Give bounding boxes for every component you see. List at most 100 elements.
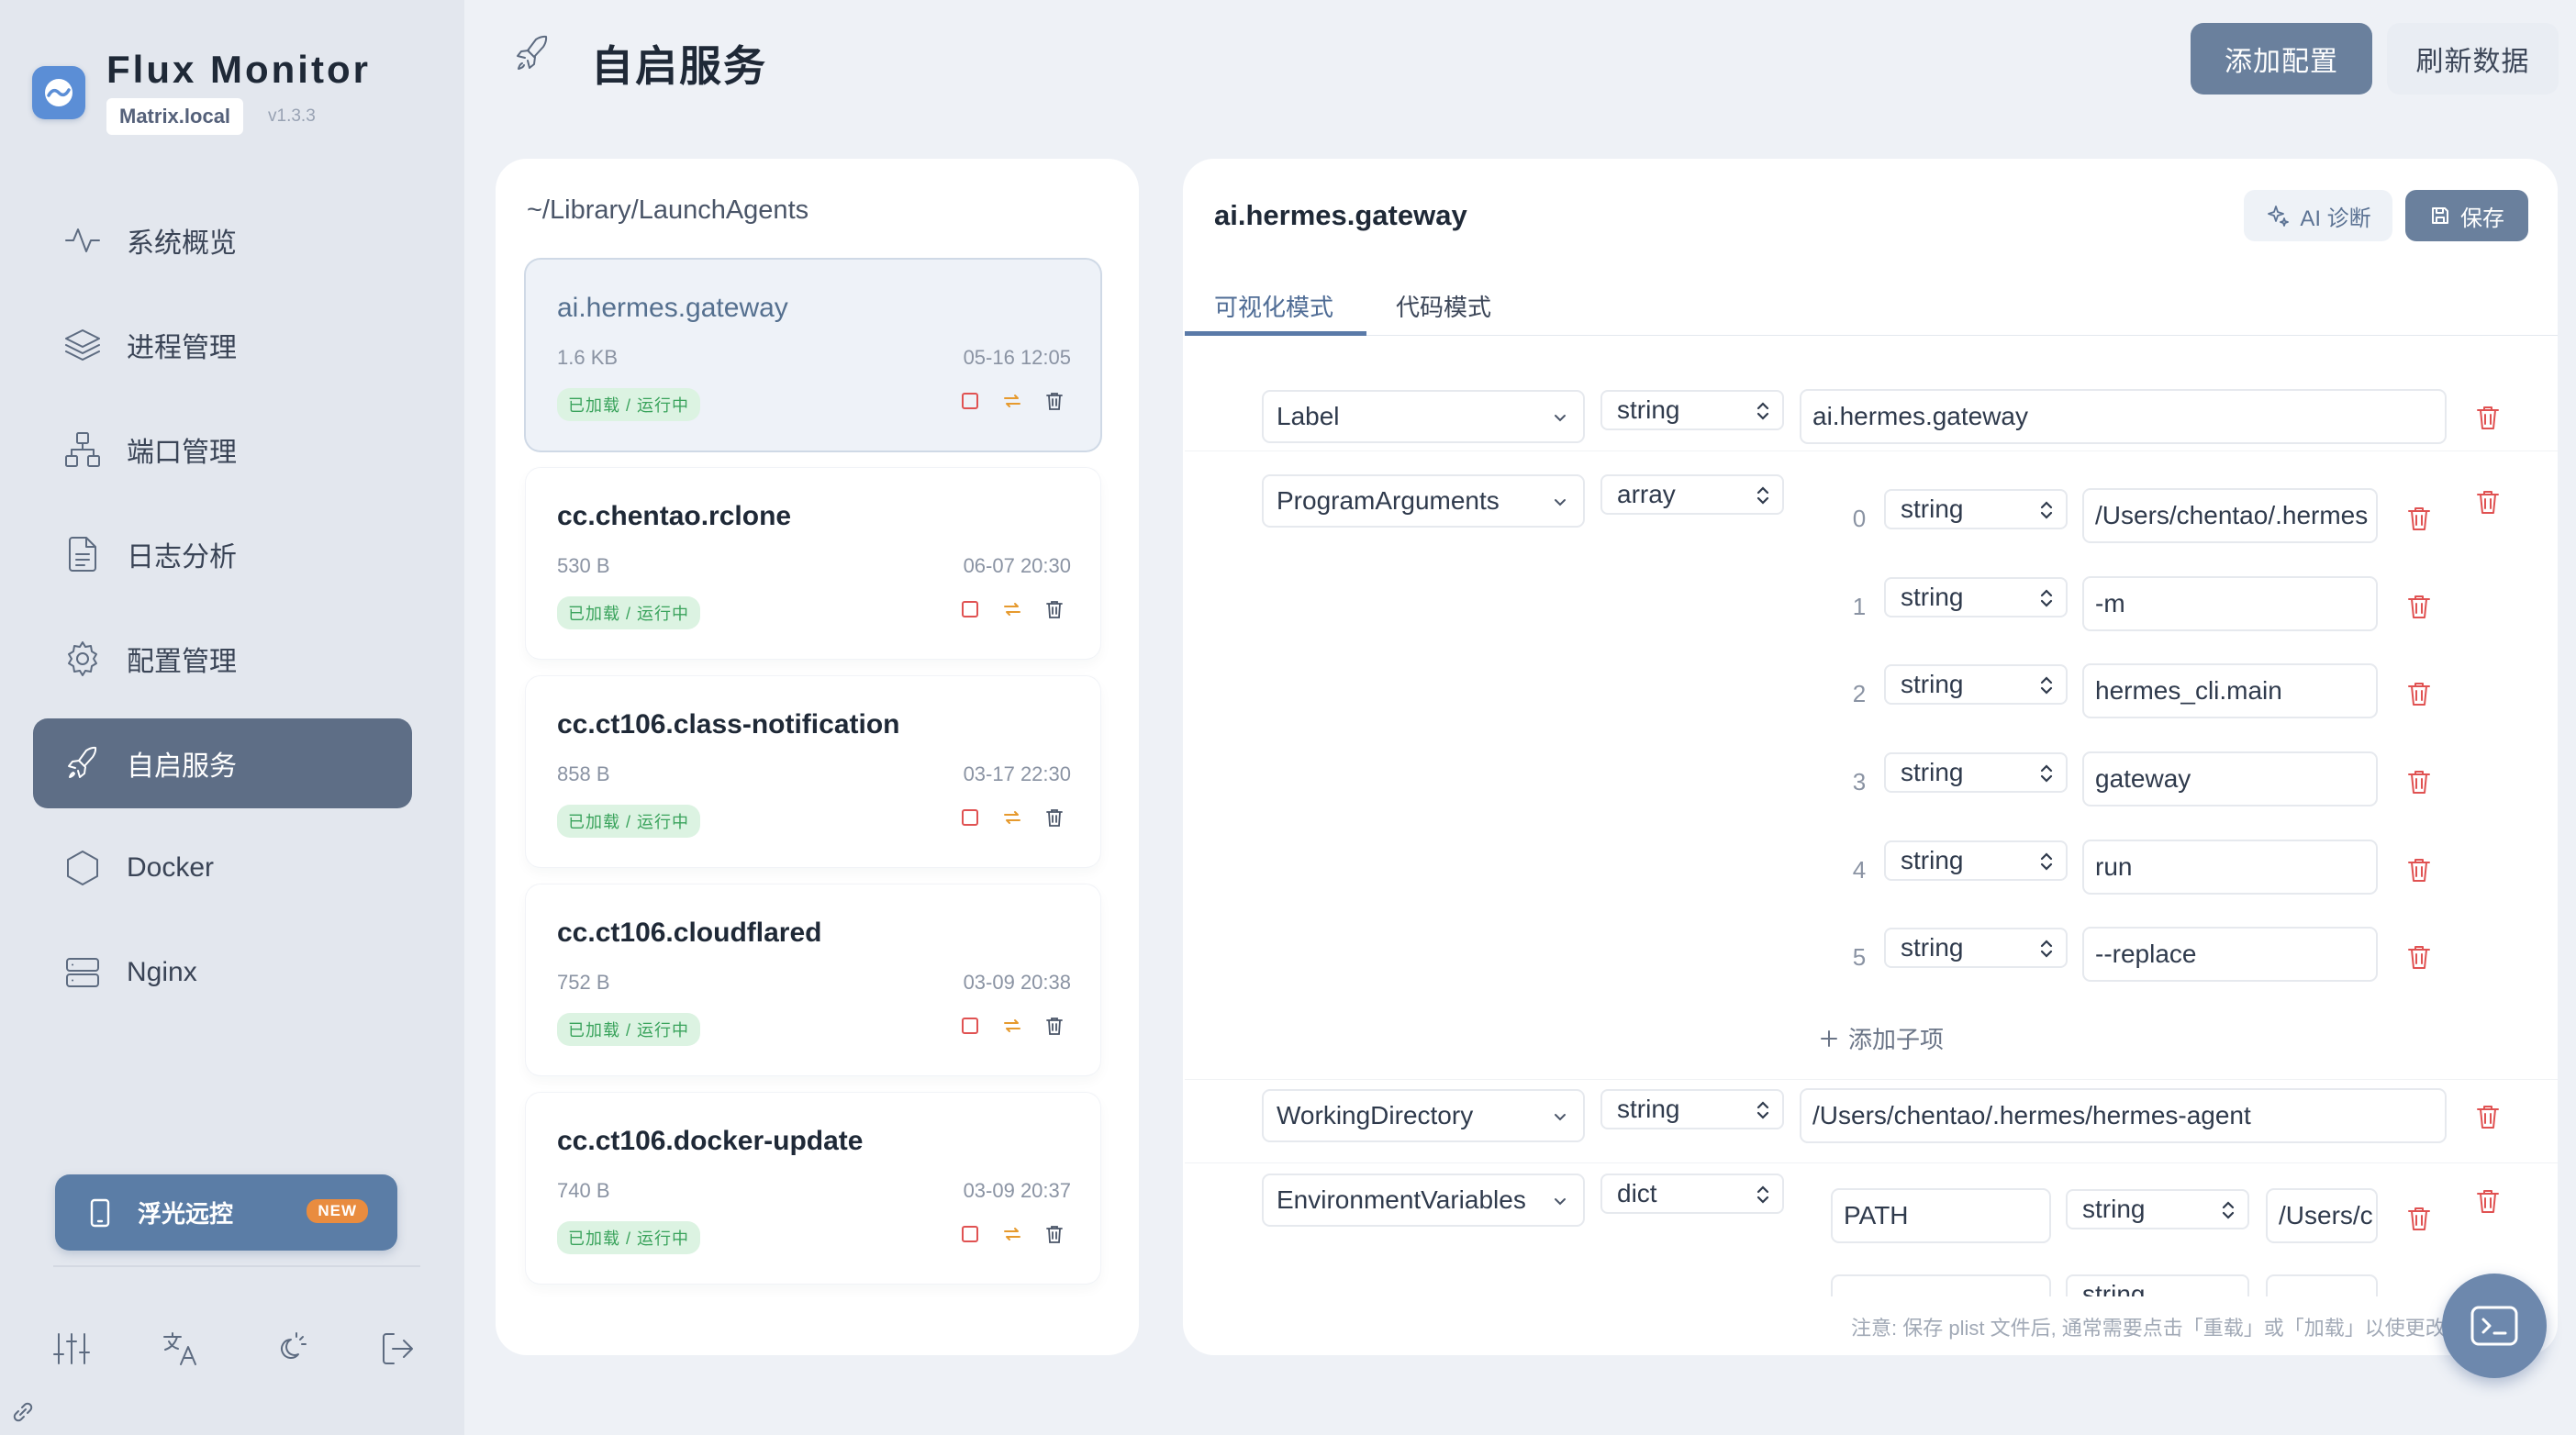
stop-icon[interactable] bbox=[959, 1223, 981, 1245]
type-select[interactable]: array bbox=[1600, 474, 1784, 515]
value-input[interactable]: ai.hermes.gateway bbox=[1800, 389, 2447, 444]
sidebar-item-label: Docker bbox=[127, 852, 215, 883]
trash-icon[interactable] bbox=[1043, 390, 1065, 412]
type-select[interactable]: string bbox=[1884, 577, 2068, 617]
key-select[interactable]: EnvironmentVariables bbox=[1262, 1174, 1585, 1227]
type-select[interactable]: string bbox=[1600, 1089, 1784, 1129]
type-select[interactable]: string bbox=[1884, 840, 2068, 881]
tab-code-mode[interactable]: 代码模式 bbox=[1396, 289, 1491, 323]
sliders-icon[interactable] bbox=[51, 1329, 92, 1369]
stop-icon[interactable] bbox=[959, 806, 981, 829]
translate-icon[interactable] bbox=[161, 1329, 201, 1369]
type-select[interactable]: string bbox=[2066, 1274, 2249, 1296]
type-select[interactable]: dict bbox=[1600, 1174, 1784, 1214]
sidebar-item-label: 端口管理 bbox=[127, 438, 237, 468]
type-value: array bbox=[1617, 480, 1676, 508]
activity-icon bbox=[65, 228, 100, 252]
reload-icon[interactable] bbox=[1001, 806, 1023, 829]
logout-icon[interactable] bbox=[378, 1329, 418, 1369]
trash-icon[interactable] bbox=[2405, 942, 2433, 972]
item-index: 2 bbox=[1852, 680, 1867, 707]
type-select[interactable]: string bbox=[1884, 664, 2068, 705]
add-config-button[interactable]: 添加配置 bbox=[2191, 23, 2372, 95]
value-input[interactable]: /Users/c bbox=[2266, 1188, 2378, 1243]
trash-icon[interactable] bbox=[2474, 487, 2502, 517]
reload-icon[interactable] bbox=[1001, 598, 1023, 620]
key-value: WorkingDirectory bbox=[1277, 1101, 1474, 1129]
file-size: 530 B bbox=[557, 554, 610, 577]
dict-key-input[interactable] bbox=[1831, 1274, 2051, 1296]
value-input[interactable]: run bbox=[2082, 840, 2378, 895]
trash-icon[interactable] bbox=[1043, 1223, 1065, 1245]
key-select[interactable]: Label bbox=[1262, 390, 1585, 443]
app-title: Flux Monitor bbox=[106, 48, 371, 91]
trash-icon[interactable] bbox=[2474, 1186, 2502, 1216]
trash-icon[interactable] bbox=[2405, 592, 2433, 621]
file-card[interactable]: cc.chentao.rclone 530 B 06-07 20:30 已加载 … bbox=[526, 468, 1100, 659]
value-input[interactable]: --replace bbox=[2082, 927, 2378, 982]
value-input[interactable]: -m bbox=[2082, 576, 2378, 631]
tab-visual-mode[interactable]: 可视化模式 bbox=[1214, 289, 1333, 323]
terminal-button[interactable] bbox=[2442, 1274, 2547, 1378]
trash-icon[interactable] bbox=[2474, 403, 2502, 432]
theme-toggle-icon[interactable] bbox=[269, 1329, 309, 1369]
dict-key-input[interactable]: PATH bbox=[1831, 1188, 2051, 1243]
type-select[interactable]: string bbox=[1884, 928, 2068, 968]
remote-control-button[interactable]: 浮光远控 NEW bbox=[55, 1174, 397, 1251]
status-badge: 已加载 / 运行中 bbox=[557, 1013, 701, 1046]
sidebar-item-overview[interactable]: 系统概览 bbox=[33, 195, 412, 285]
sidebar-item-label: Nginx bbox=[127, 957, 197, 987]
refresh-data-button[interactable]: 刷新数据 bbox=[2387, 23, 2559, 95]
sidebar-item-ports[interactable]: 端口管理 bbox=[33, 405, 412, 495]
type-select[interactable]: string bbox=[2066, 1189, 2249, 1229]
trash-icon[interactable] bbox=[2405, 504, 2433, 533]
sidebar-item-docker[interactable]: Docker bbox=[33, 823, 412, 913]
sidebar-item-autostart[interactable]: 自启服务 bbox=[33, 718, 412, 808]
value-input[interactable]: /Users/chentao/.hermes/hermes-agent bbox=[1800, 1088, 2447, 1143]
stop-icon[interactable] bbox=[959, 1015, 981, 1037]
value-input[interactable]: hermes_cli.main bbox=[2082, 663, 2378, 718]
stop-icon[interactable] bbox=[959, 598, 981, 620]
value-input[interactable]: /Users/chentao/.hermes bbox=[2082, 488, 2378, 543]
trash-icon[interactable] bbox=[2405, 855, 2433, 884]
add-child-button[interactable]: 添加子项 bbox=[1819, 1021, 1944, 1055]
value-input[interactable]: gateway bbox=[2082, 751, 2378, 806]
sidebar-item-nginx[interactable]: Nginx bbox=[33, 928, 412, 1018]
key-select[interactable]: ProgramArguments bbox=[1262, 474, 1585, 528]
key-value: Label bbox=[1277, 402, 1340, 430]
sidebar-item-logs[interactable]: 日志分析 bbox=[33, 509, 412, 599]
type-select[interactable]: string bbox=[1884, 489, 2068, 529]
reload-icon[interactable] bbox=[1001, 1015, 1023, 1037]
trash-icon[interactable] bbox=[2405, 1204, 2433, 1233]
trash-icon[interactable] bbox=[1043, 806, 1065, 829]
save-label: 保存 bbox=[2460, 206, 2504, 231]
key-select[interactable]: WorkingDirectory bbox=[1262, 1089, 1585, 1142]
chevron-updown-icon bbox=[2222, 1201, 2235, 1219]
type-select[interactable]: string bbox=[1600, 390, 1784, 430]
file-card[interactable]: cc.ct106.cloudflared 752 B 03-09 20:38 已… bbox=[526, 884, 1100, 1075]
value-input[interactable] bbox=[2266, 1274, 2378, 1296]
reload-icon[interactable] bbox=[1001, 1223, 1023, 1245]
ai-diagnose-button[interactable]: AI 诊断 bbox=[2244, 190, 2392, 241]
trash-icon[interactable] bbox=[1043, 598, 1065, 620]
trash-icon[interactable] bbox=[2474, 1102, 2502, 1131]
clipped-dict-row: string bbox=[1825, 1271, 2468, 1296]
file-card[interactable]: cc.ct106.docker-update 740 B 03-09 20:37… bbox=[526, 1093, 1100, 1284]
ai-diagnose-label: AI 诊断 bbox=[2300, 206, 2371, 231]
trash-icon[interactable] bbox=[2405, 679, 2433, 708]
type-value: string bbox=[2082, 1195, 2146, 1223]
sidebar-item-label: 日志分析 bbox=[127, 542, 237, 573]
sidebar-item-processes[interactable]: 进程管理 bbox=[33, 300, 412, 390]
file-card[interactable]: ai.hermes.gateway 1.6 KB 05-16 12:05 已加载… bbox=[526, 260, 1100, 451]
layers-icon bbox=[65, 329, 100, 361]
file-card[interactable]: cc.ct106.class-notification 858 B 03-17 … bbox=[526, 676, 1100, 867]
item-index: 0 bbox=[1852, 505, 1867, 532]
trash-icon[interactable] bbox=[2405, 767, 2433, 796]
save-button[interactable]: 保存 bbox=[2405, 190, 2528, 241]
stop-icon[interactable] bbox=[959, 390, 981, 412]
trash-icon[interactable] bbox=[1043, 1015, 1065, 1037]
sidebar-item-config[interactable]: 配置管理 bbox=[33, 614, 412, 704]
reload-icon[interactable] bbox=[1001, 390, 1023, 412]
type-select[interactable]: string bbox=[1884, 752, 2068, 793]
item-index: 3 bbox=[1852, 768, 1867, 795]
